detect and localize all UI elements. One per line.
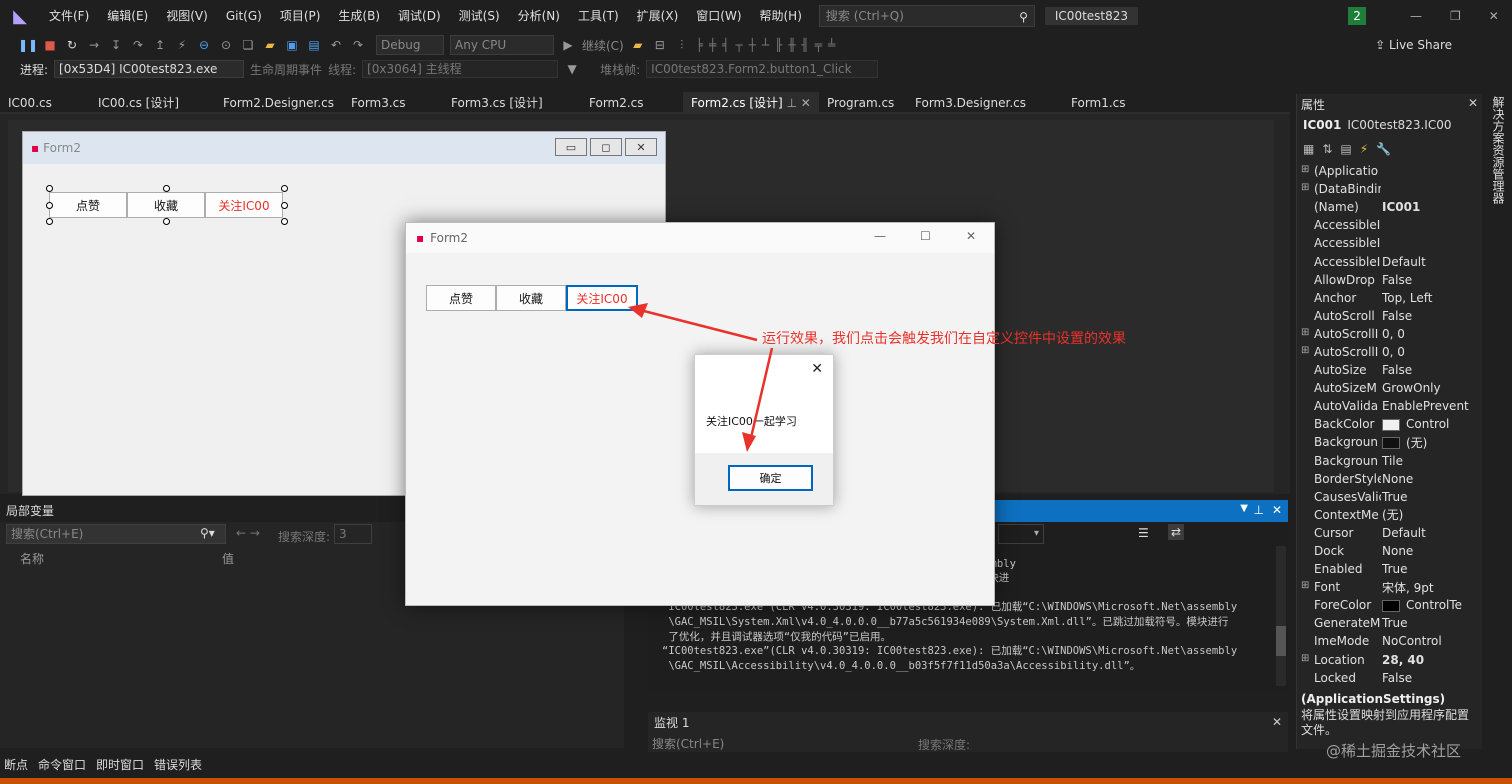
bottom-tabs: 断点 命令窗口 即时窗口 错误列表 [0, 752, 1512, 776]
bottom-tab[interactable]: 命令窗口 [38, 756, 86, 773]
bottom-tab[interactable]: 即时窗口 [96, 756, 144, 773]
annotation-arrows [628, 303, 774, 452]
bottom-tab[interactable]: 断点 [4, 756, 28, 773]
status-bar [0, 778, 1512, 784]
bottom-tab[interactable]: 错误列表 [154, 756, 202, 773]
watermark: @稀土掘金技术社区 [1326, 742, 1462, 760]
